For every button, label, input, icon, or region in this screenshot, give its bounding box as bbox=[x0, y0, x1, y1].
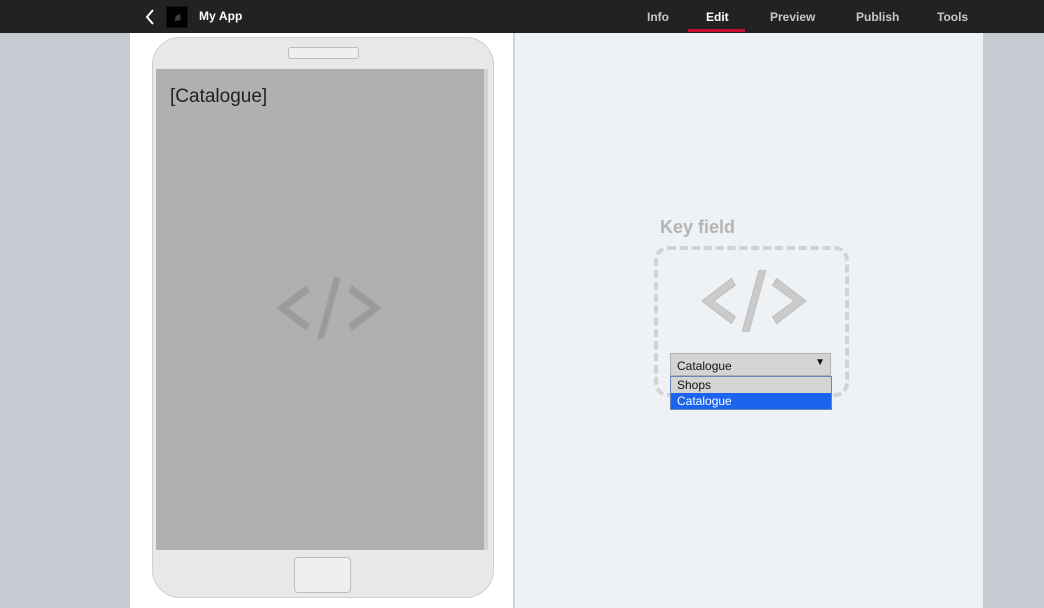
select-value: Catalogue bbox=[677, 359, 732, 373]
phone-preview-panel: [Catalogue] bbox=[130, 33, 513, 608]
tab-preview[interactable]: Preview bbox=[770, 10, 815, 24]
back-icon[interactable] bbox=[143, 7, 159, 27]
code-icon bbox=[274, 275, 384, 346]
phone-home-button bbox=[294, 557, 351, 593]
key-field-label: Key field bbox=[660, 217, 736, 237]
top-bar: My App Info Edit Preview Publish Tools bbox=[0, 0, 1044, 33]
tab-edit[interactable]: Edit bbox=[706, 10, 729, 24]
editor-panel: Key field Catalogue ▼ Shops Catalogue bbox=[514, 33, 983, 608]
phone-screen[interactable]: [Catalogue] bbox=[156, 69, 488, 550]
phone-speaker bbox=[288, 47, 359, 59]
tab-tools[interactable]: Tools bbox=[937, 10, 968, 24]
app-logo bbox=[166, 6, 188, 28]
tab-info[interactable]: Info bbox=[647, 10, 669, 24]
screen-title: [Catalogue] bbox=[170, 86, 268, 107]
key-field-select[interactable]: Catalogue ▼ bbox=[670, 353, 831, 376]
option-shops[interactable]: Shops bbox=[671, 377, 831, 393]
select-dropdown-list: Shops Catalogue bbox=[670, 376, 832, 410]
dropdown-arrow-icon: ▼ bbox=[815, 357, 825, 368]
phone-frame: [Catalogue] bbox=[152, 37, 494, 598]
option-catalogue[interactable]: Catalogue bbox=[671, 393, 831, 409]
code-icon bbox=[700, 268, 808, 339]
app-name: My App bbox=[199, 9, 243, 23]
active-tab-indicator bbox=[688, 29, 745, 32]
tab-publish[interactable]: Publish bbox=[856, 10, 899, 24]
